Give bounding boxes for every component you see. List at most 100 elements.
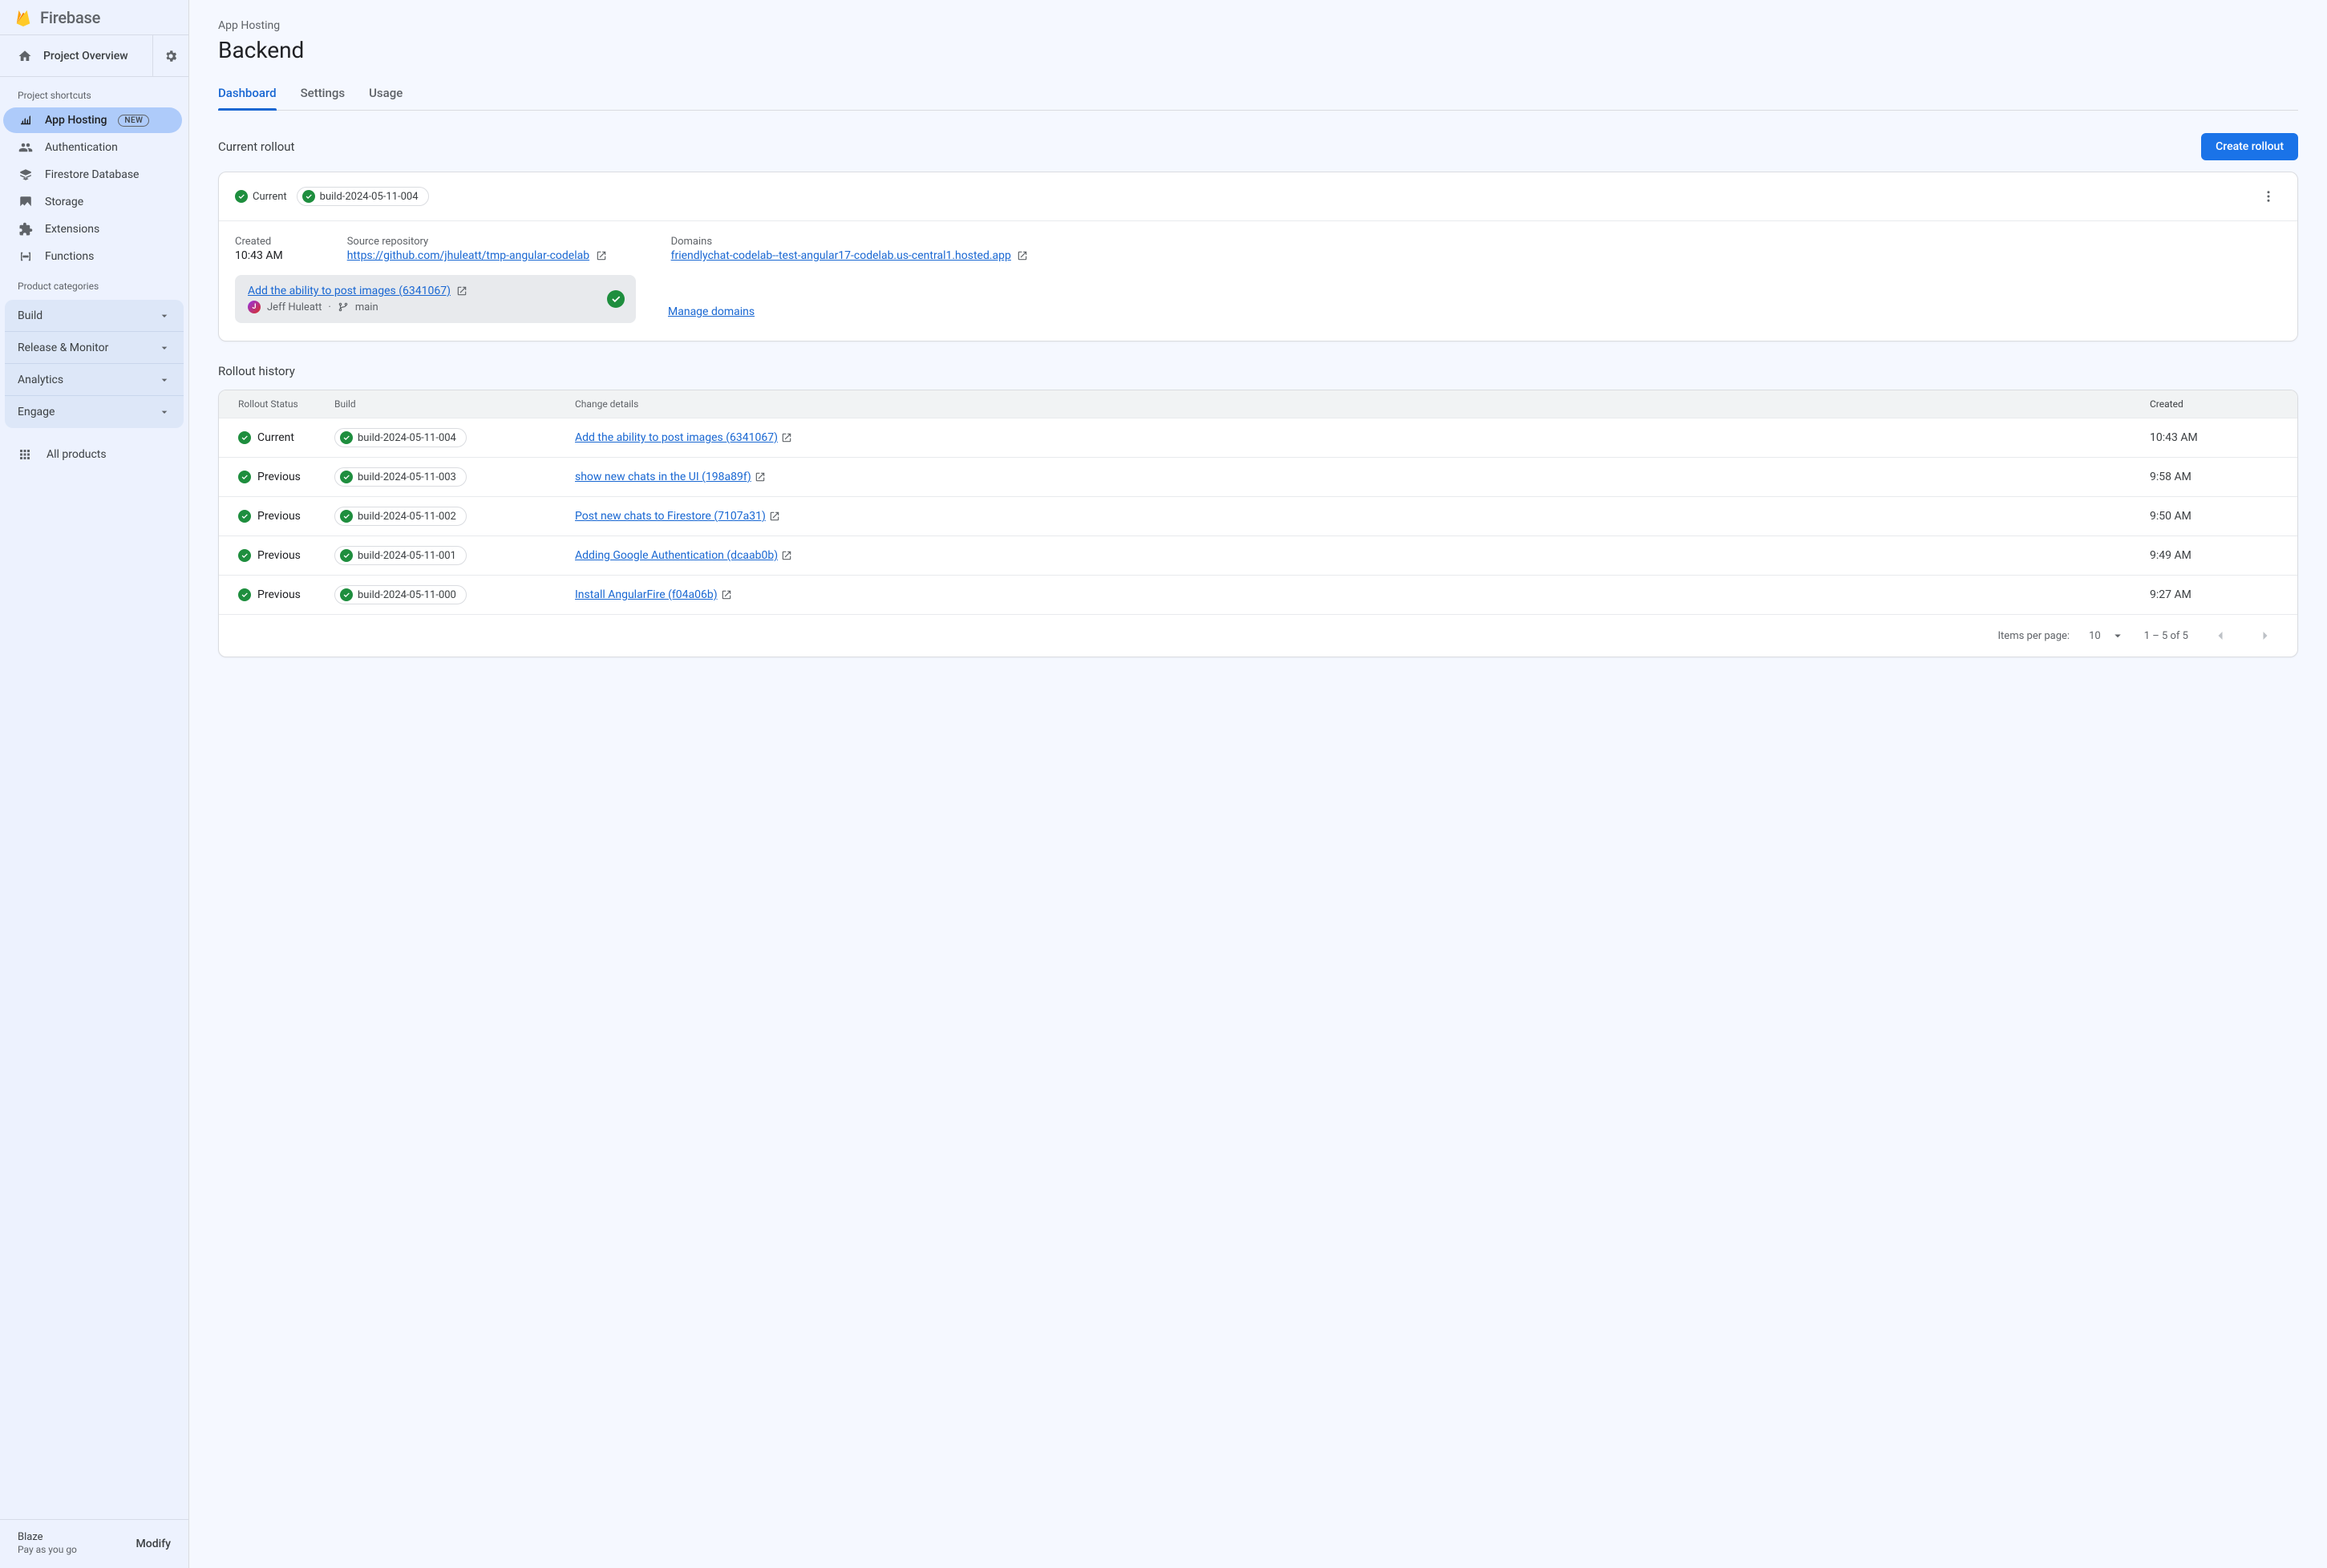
table-row: Previous build-2024-05-11-003 show new cha… <box>219 457 2297 496</box>
build-chip[interactable]: build-2024-05-11-002 <box>334 507 467 526</box>
tab-bar: Dashboard Settings Usage <box>218 78 2298 111</box>
sidebar-item-extensions[interactable]: Extensions <box>0 216 182 242</box>
check-icon <box>238 549 251 562</box>
change-link[interactable]: show new chats in the UI (198a89f) <box>575 471 766 483</box>
row-created: 9:58 AM <box>2150 471 2278 483</box>
card-menu-button[interactable] <box>2256 184 2281 209</box>
row-build: build-2024-05-11-004 <box>334 428 575 447</box>
sidebar-item-authentication[interactable]: Authentication <box>0 135 182 160</box>
chevron-down-icon <box>158 374 171 386</box>
build-chip[interactable]: build-2024-05-11-004 <box>334 428 467 447</box>
project-settings-button[interactable] <box>153 35 188 76</box>
items-per-page-value: 10 <box>2089 630 2101 642</box>
branch-icon <box>338 301 349 313</box>
functions-icon <box>18 249 34 265</box>
chevron-down-icon <box>158 406 171 418</box>
build-chip[interactable]: build-2024-05-11-001 <box>334 546 467 565</box>
category-engage[interactable]: Engage <box>5 396 184 428</box>
commit-link[interactable]: Add the ability to post images (6341067) <box>248 285 451 297</box>
build-id: build-2024-05-11-004 <box>358 432 456 444</box>
row-change: Adding Google Authentication (dcaab0b) <box>575 549 2150 562</box>
status-text: Previous <box>257 549 301 562</box>
sidebar-item-label: Functions <box>45 250 94 263</box>
tab-dashboard[interactable]: Dashboard <box>218 78 277 110</box>
manage-domains-link[interactable]: Manage domains <box>668 305 755 318</box>
current-rollout-header: Current rollout Create rollout <box>218 133 2298 160</box>
build-chip[interactable]: build-2024-05-11-003 <box>334 467 467 487</box>
project-overview-row: Project Overview <box>0 35 188 77</box>
repo-link[interactable]: https://github.com/jhuleatt/tmp-angular-… <box>347 249 589 262</box>
gear-icon <box>164 49 178 63</box>
status-text: Previous <box>257 588 301 601</box>
new-badge: NEW <box>118 115 149 127</box>
col-header-created: Created <box>2150 398 2278 410</box>
build-id: build-2024-05-11-003 <box>358 471 456 483</box>
table-row: Previous build-2024-05-11-000 Install Angu… <box>219 575 2297 614</box>
items-per-page-select[interactable]: 10 <box>2089 628 2125 643</box>
commit-box: Add the ability to post images (6341067)… <box>235 275 636 323</box>
category-label: Engage <box>18 406 55 418</box>
all-products-button[interactable]: All products <box>0 434 188 475</box>
separator: · <box>328 301 330 313</box>
category-list: Build Release & Monitor Analytics Engage <box>5 300 184 428</box>
breadcrumb: App Hosting <box>218 19 2298 32</box>
build-id: build-2024-05-11-002 <box>358 511 456 523</box>
storage-icon <box>18 194 34 210</box>
check-icon <box>607 290 625 308</box>
change-link[interactable]: Install AngularFire (f04a06b) <box>575 588 732 601</box>
row-status: Previous <box>238 549 334 562</box>
category-label: Release & Monitor <box>18 341 108 354</box>
check-icon <box>302 190 315 203</box>
domains-label: Domains <box>671 236 1029 248</box>
check-icon <box>235 190 248 203</box>
row-created: 9:50 AM <box>2150 510 2278 523</box>
sidebar: Firebase Project Overview Project shortc… <box>0 0 189 1568</box>
sidebar-item-storage[interactable]: Storage <box>0 189 182 215</box>
card-header: Current build-2024-05-11-004 <box>219 172 2297 221</box>
build-chip[interactable]: build-2024-05-11-004 <box>297 187 429 206</box>
sidebar-item-label: Storage <box>45 196 83 208</box>
row-build: build-2024-05-11-002 <box>334 507 575 526</box>
check-icon <box>340 471 353 483</box>
external-link-icon <box>456 285 467 297</box>
check-icon <box>340 431 353 444</box>
sidebar-item-app-hosting[interactable]: App Hosting NEW <box>3 107 182 133</box>
modify-plan-button[interactable]: Modify <box>136 1538 171 1550</box>
sidebar-item-firestore[interactable]: Firestore Database <box>0 162 182 188</box>
row-created: 9:49 AM <box>2150 549 2278 562</box>
table-row: Previous build-2024-05-11-001 Adding Googl… <box>219 535 2297 575</box>
create-rollout-button[interactable]: Create rollout <box>2201 133 2298 160</box>
change-link[interactable]: Add the ability to post images (6341067) <box>575 431 792 444</box>
row-change: Add the ability to post images (6341067) <box>575 431 2150 444</box>
page-range: 1 – 5 of 5 <box>2144 630 2188 642</box>
category-release-monitor[interactable]: Release & Monitor <box>5 332 184 364</box>
build-chip[interactable]: build-2024-05-11-000 <box>334 585 467 604</box>
status-text: Previous <box>257 471 301 483</box>
domain-link[interactable]: friendlychat-codelab--test-angular17-cod… <box>671 249 1011 262</box>
category-build[interactable]: Build <box>5 300 184 332</box>
category-analytics[interactable]: Analytics <box>5 364 184 396</box>
logo-row[interactable]: Firebase <box>0 0 188 35</box>
tab-usage[interactable]: Usage <box>369 78 403 110</box>
tab-settings[interactable]: Settings <box>301 78 346 110</box>
row-change: show new chats in the UI (198a89f) <box>575 471 2150 483</box>
next-page-button[interactable] <box>2252 623 2278 649</box>
change-link[interactable]: Adding Google Authentication (dcaab0b) <box>575 549 792 562</box>
home-icon <box>18 49 32 63</box>
sidebar-item-functions[interactable]: Functions <box>0 244 182 269</box>
row-change: Post new chats to Firestore (7107a31) <box>575 510 2150 523</box>
sidebar-footer: Blaze Pay as you go Modify <box>0 1519 188 1568</box>
brand-name: Firebase <box>40 8 100 27</box>
firestore-icon <box>18 167 34 183</box>
build-id: build-2024-05-11-001 <box>358 550 456 562</box>
external-link-icon <box>721 589 732 600</box>
table-row: Currentbuild-2024-05-11-004Add the abili… <box>219 418 2297 457</box>
sidebar-item-label: Firestore Database <box>45 168 139 181</box>
prev-page-button[interactable] <box>2208 623 2233 649</box>
external-link-icon <box>755 471 766 483</box>
project-overview-button[interactable]: Project Overview <box>0 35 153 76</box>
change-link[interactable]: Post new chats to Firestore (7107a31) <box>575 510 780 523</box>
all-products-label: All products <box>47 448 107 461</box>
status-label: Current <box>253 191 287 203</box>
col-header-change: Change details <box>575 398 2150 410</box>
